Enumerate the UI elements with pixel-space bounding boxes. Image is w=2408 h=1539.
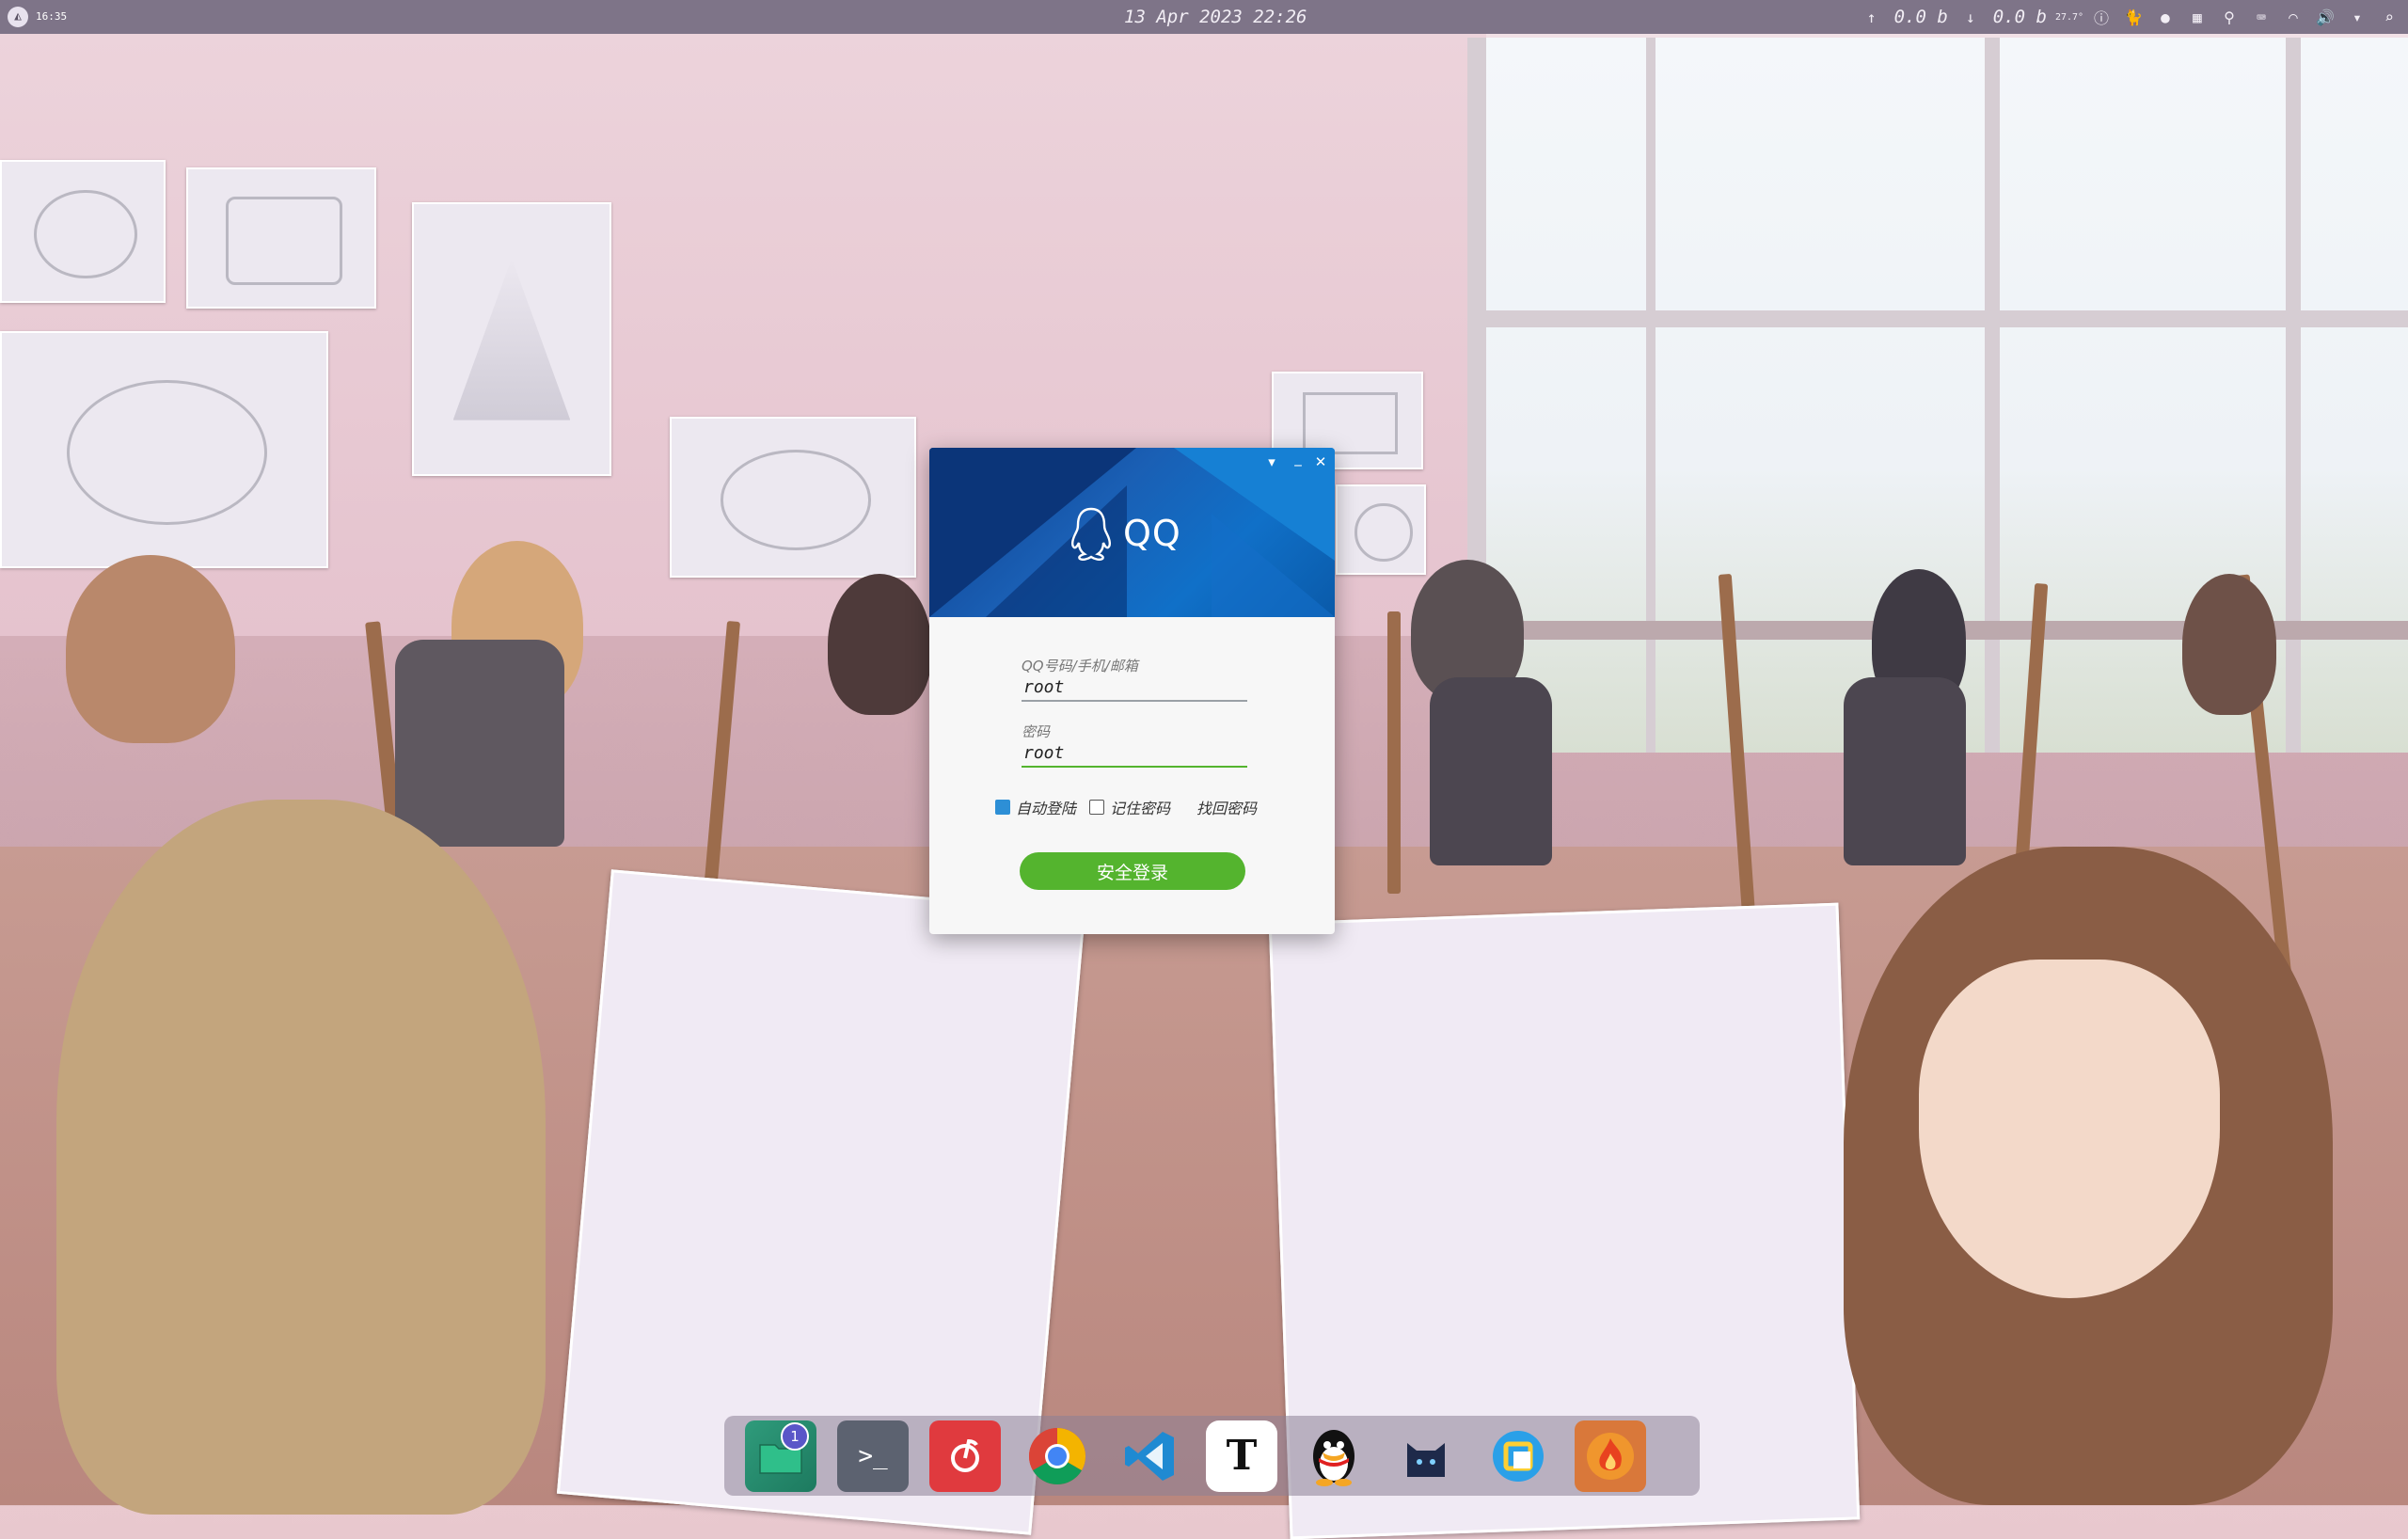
- auto-login-option[interactable]: 自动登陆: [995, 796, 1076, 818]
- launcher-icon[interactable]: ◭: [8, 7, 28, 27]
- account-underline: [1022, 700, 1247, 702]
- student-face-right: [1919, 960, 2220, 1298]
- datetime[interactable]: 13 Apr 2023 22:26: [1124, 7, 1307, 27]
- vscode-icon: [1125, 1431, 1174, 1481]
- system-tray: ↑ 0.0 b ↓ 0.0 b 27.7° ⓘ 🐈 ● ▦ ⚲ ⌨ ◠ 🔊 ▾ …: [1862, 6, 2399, 28]
- easel: [1387, 611, 1401, 894]
- cat-tray-icon[interactable]: 🐈: [2124, 8, 2143, 26]
- student-foreground-left: [56, 800, 546, 1515]
- student-body: [1430, 677, 1552, 865]
- chrome-icon: [1028, 1427, 1086, 1484]
- qq-brand: QQ: [1069, 506, 1181, 561]
- recover-password-label[interactable]: 找回密码: [1196, 796, 1257, 818]
- upload-arrow-icon: ↑: [1866, 8, 1877, 26]
- account-label: QQ号码/手机/邮箱: [1022, 658, 1138, 674]
- typora-app[interactable]: T: [1206, 1420, 1277, 1492]
- sketch-still-life: [670, 417, 916, 578]
- keyboard-icon[interactable]: ⌨: [2252, 8, 2271, 26]
- netease-music-app[interactable]: [929, 1420, 1001, 1492]
- password-label: 密码: [1022, 723, 1051, 740]
- wifi-icon[interactable]: ◠: [2284, 8, 2303, 26]
- sketch-cup: [186, 167, 376, 309]
- sketch-cone: [412, 202, 611, 476]
- volume-icon[interactable]: 🔊: [2316, 8, 2335, 26]
- auto-login-label: 自动登陆: [1016, 800, 1077, 817]
- cat-icon: [1407, 1442, 1445, 1477]
- qq-brand-text: QQ: [1123, 513, 1181, 554]
- file-manager-app[interactable]: 1: [745, 1420, 816, 1492]
- location-icon[interactable]: ⚲: [2220, 8, 2239, 26]
- sketch-bag: [0, 331, 328, 568]
- student-figure: [2182, 574, 2276, 715]
- net-download-speed: 0.0 b: [1992, 7, 2047, 27]
- student-body: [395, 640, 564, 847]
- net-upload-speed: 0.0 b: [1893, 7, 1948, 27]
- typora-icon: T: [1226, 1432, 1258, 1480]
- vscode-app[interactable]: [1114, 1420, 1185, 1492]
- search-icon[interactable]: ⌕: [2380, 8, 2399, 26]
- window-app-icon: [1493, 1430, 1544, 1482]
- secure-login-button[interactable]: 安全登录: [1020, 852, 1245, 890]
- close-icon[interactable]: ✕: [1311, 453, 1330, 470]
- flame-icon: [1587, 1432, 1634, 1480]
- remember-password-label: 记住密码: [1110, 800, 1171, 817]
- info-icon[interactable]: ⓘ: [2092, 8, 2111, 27]
- terminal-app[interactable]: >_: [837, 1420, 909, 1492]
- workspace-indicator[interactable]: 16:35: [36, 7, 67, 27]
- download-arrow-icon: ↓: [1965, 8, 1975, 26]
- qq-app[interactable]: [1298, 1420, 1370, 1492]
- student-figure: [66, 555, 235, 743]
- qq-login-window: ▾ _ ✕ QQ QQ号码/手机/邮箱 密码 自动登陆 记住密码 找回密码 安全…: [929, 448, 1335, 934]
- window-app[interactable]: [1482, 1420, 1554, 1492]
- temperature: 27.7°: [2054, 11, 2084, 23]
- menu-dropdown-icon[interactable]: ▾: [1262, 453, 1281, 470]
- dock: 1 >_ T: [724, 1416, 1700, 1496]
- dropdown-icon[interactable]: ▾: [2348, 8, 2367, 26]
- calendar-icon[interactable]: ▦: [2188, 8, 2207, 26]
- auto-login-checkbox[interactable]: [995, 800, 1010, 815]
- cat-app[interactable]: [1390, 1420, 1462, 1492]
- sketch-sphere: [0, 160, 166, 303]
- qq-penguin-icon: [1071, 507, 1111, 561]
- chrome-app[interactable]: [1022, 1420, 1093, 1492]
- recover-password-link[interactable]: 找回密码: [1196, 796, 1257, 818]
- sketch-hand: [1336, 484, 1426, 575]
- qq-icon: [1313, 1429, 1354, 1486]
- password-underline: [1022, 766, 1247, 768]
- music-icon: [951, 1438, 979, 1472]
- remember-password-option[interactable]: 记住密码: [1089, 796, 1170, 818]
- top-panel: ◭ 16:35 13 Apr 2023 22:26 ↑ 0.0 b ↓ 0.0 …: [0, 0, 2408, 34]
- firewall-app[interactable]: [1575, 1420, 1646, 1492]
- remember-password-checkbox[interactable]: [1089, 800, 1104, 815]
- password-input[interactable]: [1022, 739, 1249, 766]
- student-figure: [828, 574, 931, 715]
- minimize-icon[interactable]: _: [1289, 450, 1307, 467]
- terminal-icon: >_: [858, 1441, 888, 1470]
- qq-banner: ▾ _ ✕ QQ: [929, 448, 1335, 617]
- account-input[interactable]: [1022, 674, 1249, 700]
- student-body: [1844, 677, 1966, 865]
- notification-badge: 1: [781, 1421, 809, 1451]
- qq-tray-icon[interactable]: ●: [2156, 8, 2175, 26]
